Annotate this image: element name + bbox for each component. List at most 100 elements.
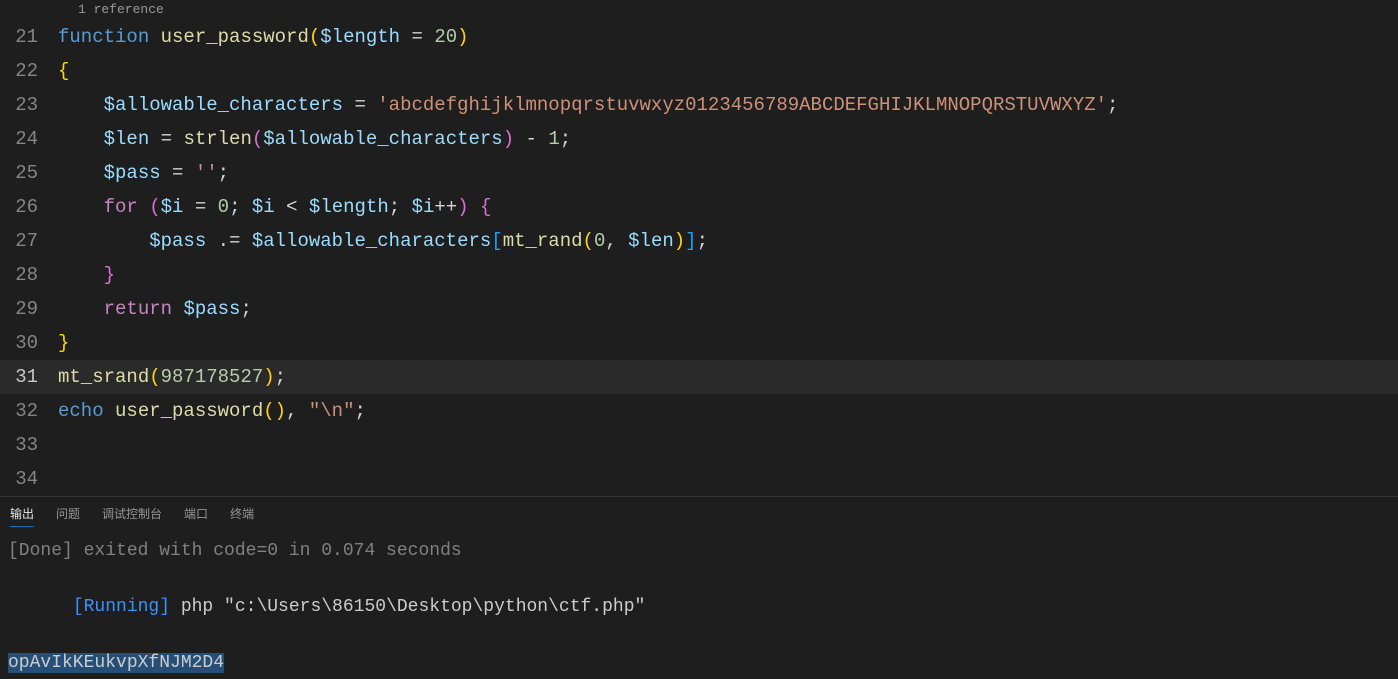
- token-bracket-purple: }: [104, 264, 115, 286]
- token-control: for: [104, 196, 138, 218]
- panel-tab-4[interactable]: 终端: [230, 505, 254, 527]
- line-content[interactable]: return $pass;: [58, 292, 1398, 326]
- token-bracket-blue: [: [491, 230, 502, 252]
- token-variable: $i: [412, 196, 435, 218]
- token-punctuation: =: [183, 196, 217, 218]
- code-editor[interactable]: 1 reference 21function user_password($le…: [0, 0, 1398, 496]
- token-punctuation: [149, 26, 160, 48]
- token-punctuation: [58, 128, 104, 150]
- token-variable: $len: [628, 230, 674, 252]
- code-line[interactable]: 24 $len = strlen($allowable_characters) …: [0, 122, 1398, 156]
- token-variable: $pass: [183, 298, 240, 320]
- line-content[interactable]: $allowable_characters = 'abcdefghijklmno…: [58, 88, 1398, 122]
- token-punctuation: ,: [605, 230, 628, 252]
- panel-tab-3[interactable]: 端口: [184, 505, 208, 527]
- code-line[interactable]: 21function user_password($length = 20): [0, 20, 1398, 54]
- output-panel[interactable]: [Done] exited with code=0 in 0.074 secon…: [0, 535, 1398, 679]
- token-variable: $len: [104, 128, 150, 150]
- token-variable: $length: [320, 26, 400, 48]
- line-number: 25: [0, 156, 58, 190]
- token-punctuation: ;: [697, 230, 708, 252]
- token-bracket-purple: ): [503, 128, 514, 150]
- token-punctuation: [58, 94, 104, 116]
- token-function: user_password: [115, 400, 263, 422]
- code-line[interactable]: 23 $allowable_characters = 'abcdefghijkl…: [0, 88, 1398, 122]
- token-variable: $i: [161, 196, 184, 218]
- code-line[interactable]: 33: [0, 428, 1398, 462]
- token-function: strlen: [183, 128, 251, 150]
- token-variable: $allowable_characters: [263, 128, 502, 150]
- panel-tab-2[interactable]: 调试控制台: [102, 505, 162, 527]
- output-running-rest: php "c:\Users\86150\Desktop\python\ctf.p…: [170, 597, 645, 617]
- line-number: 21: [0, 20, 58, 54]
- line-number: 32: [0, 394, 58, 428]
- line-content[interactable]: }: [58, 258, 1398, 292]
- token-punctuation: [469, 196, 480, 218]
- output-result[interactable]: opAvIkKEukvpXfNJM2D4: [8, 653, 224, 673]
- line-number: 28: [0, 258, 58, 292]
- token-brace: ): [263, 366, 274, 388]
- token-punctuation: ;: [1107, 94, 1118, 116]
- token-brace: {: [58, 60, 69, 82]
- token-variable: $allowable_characters: [252, 230, 491, 252]
- output-done-line: [Done] exited with code=0 in 0.074 secon…: [8, 541, 462, 561]
- code-line[interactable]: 29 return $pass;: [0, 292, 1398, 326]
- token-punctuation: [58, 196, 104, 218]
- token-function: mt_rand: [503, 230, 583, 252]
- line-content[interactable]: $pass = '';: [58, 156, 1398, 190]
- line-number: 23: [0, 88, 58, 122]
- line-content[interactable]: {: [58, 54, 1398, 88]
- line-number: 29: [0, 292, 58, 326]
- codelens-reference[interactable]: 1 reference: [0, 0, 1398, 20]
- code-line[interactable]: 31mt_srand(987178527);: [0, 360, 1398, 394]
- code-line[interactable]: 28 }: [0, 258, 1398, 292]
- line-content[interactable]: $len = strlen($allowable_characters) - 1…: [58, 122, 1398, 156]
- code-line[interactable]: 32echo user_password(), "\n";: [0, 394, 1398, 428]
- line-number: 24: [0, 122, 58, 156]
- token-punctuation: [58, 230, 149, 252]
- panel-tab-1[interactable]: 问题: [56, 505, 80, 527]
- code-line[interactable]: 34: [0, 462, 1398, 496]
- token-punctuation: =: [149, 128, 183, 150]
- code-line[interactable]: 26 for ($i = 0; $i < $length; $i++) {: [0, 190, 1398, 224]
- panel-tabs: 输出问题调试控制台端口终端: [0, 497, 1398, 535]
- token-punctuation: [58, 298, 104, 320]
- code-line[interactable]: 27 $pass .= $allowable_characters[mt_ran…: [0, 224, 1398, 258]
- line-content[interactable]: }: [58, 326, 1398, 360]
- line-content[interactable]: mt_srand(987178527);: [58, 360, 1398, 394]
- token-punctuation: ;: [240, 298, 251, 320]
- panel-tab-0[interactable]: 输出: [10, 505, 34, 527]
- token-punctuation: ;: [275, 366, 286, 388]
- token-punctuation: .=: [206, 230, 252, 252]
- line-number: 31: [0, 360, 58, 394]
- token-variable: $pass: [104, 162, 161, 184]
- token-brace: (: [263, 400, 274, 422]
- line-content[interactable]: function user_password($length = 20): [58, 20, 1398, 54]
- token-punctuation: ;: [560, 128, 571, 150]
- line-number: 33: [0, 428, 58, 462]
- token-punctuation: -: [514, 128, 548, 150]
- token-punctuation: ;: [229, 196, 252, 218]
- code-line[interactable]: 30}: [0, 326, 1398, 360]
- token-punctuation: <: [275, 196, 309, 218]
- line-content[interactable]: for ($i = 0; $i < $length; $i++) {: [58, 190, 1398, 224]
- token-keyword: function: [58, 26, 149, 48]
- token-punctuation: ,: [286, 400, 309, 422]
- token-string: "\n": [309, 400, 355, 422]
- token-brace: (: [309, 26, 320, 48]
- token-punctuation: ;: [218, 162, 229, 184]
- token-punctuation: ++: [434, 196, 457, 218]
- code-line[interactable]: 22{: [0, 54, 1398, 88]
- token-control: return: [104, 298, 172, 320]
- output-running-prefix: [Running]: [73, 597, 170, 617]
- line-content[interactable]: echo user_password(), "\n";: [58, 394, 1398, 428]
- line-content[interactable]: $pass .= $allowable_characters[mt_rand(0…: [58, 224, 1398, 258]
- code-line[interactable]: 25 $pass = '';: [0, 156, 1398, 190]
- token-function: mt_srand: [58, 366, 149, 388]
- line-number: 30: [0, 326, 58, 360]
- token-brace: ): [674, 230, 685, 252]
- token-bracket-purple: {: [480, 196, 491, 218]
- token-brace: (: [583, 230, 594, 252]
- token-number: 987178527: [161, 366, 264, 388]
- token-punctuation: [138, 196, 149, 218]
